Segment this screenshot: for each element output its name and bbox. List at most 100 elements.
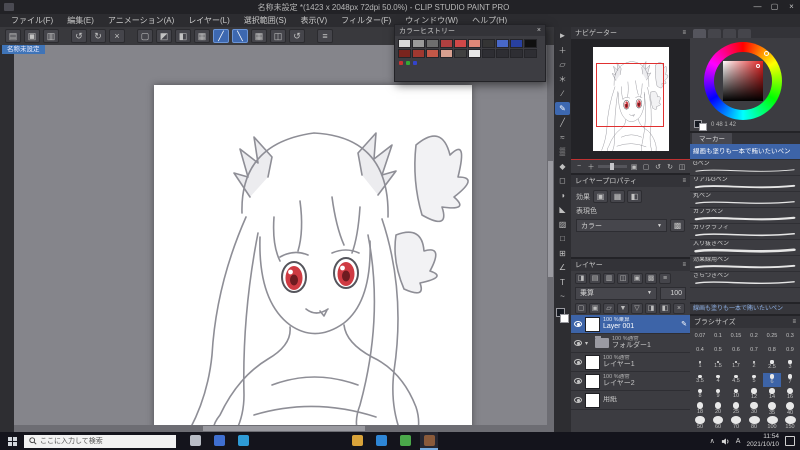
brush-size-cell[interactable]: 150 — [781, 416, 799, 431]
subtool-item[interactable]: カリグラフィ — [690, 224, 800, 240]
nav-rotate-left-icon[interactable]: ↺ — [653, 163, 663, 171]
tool-line-correction-button[interactable]: ~ — [555, 290, 570, 304]
brush-size-cell[interactable]: 0.7 — [745, 344, 763, 359]
color-swatch[interactable] — [398, 49, 411, 58]
color-swatch[interactable] — [496, 49, 509, 58]
brush-size-cell[interactable]: 3.5 — [691, 373, 709, 388]
new-file-icon[interactable]: ▤ — [5, 29, 21, 43]
brush-size-cell[interactable]: 0.3 — [781, 329, 799, 344]
start-button[interactable] — [0, 432, 24, 450]
clip-studio-paint-button[interactable] — [420, 432, 438, 450]
subtool-group-tab[interactable]: マーカー — [692, 133, 732, 144]
invert-selection-icon[interactable]: ◧ — [175, 29, 191, 43]
panel-menu-icon[interactable]: ≡ — [682, 178, 686, 184]
expression-color-select[interactable]: カラー ▼ — [576, 219, 667, 232]
layer-visibility-icon[interactable] — [574, 378, 582, 384]
canvas-horizontal-scrollbar[interactable] — [14, 425, 554, 432]
subtool-item[interactable]: 丸ペン — [690, 192, 800, 208]
brush-size-cell[interactable]: 60 — [709, 416, 727, 431]
brush-size-cell[interactable]: 1.7 — [727, 358, 745, 373]
brush-size-cell[interactable]: 0.15 — [727, 329, 745, 344]
effect-tone-icon[interactable]: ▦ — [610, 190, 625, 203]
subtool-item[interactable]: 線画も塗りも一本で賄いたいペン — [690, 144, 800, 160]
brush-size-title-bar[interactable]: ブラシサイズ ≡ — [690, 316, 800, 328]
tool-blend-button[interactable]: ◑ — [555, 189, 570, 203]
panel-menu-icon[interactable]: ≡ — [682, 262, 686, 268]
hue-cursor[interactable] — [764, 51, 769, 56]
brush-size-cell[interactable]: 2 — [745, 358, 763, 373]
color-swatch[interactable] — [482, 39, 495, 48]
layer-row[interactable]: 100 %通常 レイヤー1 — [571, 353, 690, 372]
layer-visibility-icon[interactable] — [574, 359, 582, 365]
subtool-item[interactable]: 入り抜きペン — [690, 240, 800, 256]
color-swatch[interactable] — [454, 39, 467, 48]
delete-layer-icon[interactable]: × — [673, 302, 685, 314]
sv-cursor[interactable] — [756, 64, 760, 68]
brush-size-cell[interactable]: 2.5 — [763, 358, 781, 373]
brush-size-cell[interactable]: 7 — [781, 373, 799, 388]
nav-zoom-out-icon[interactable]: − — [574, 163, 584, 170]
brush-size-cell[interactable]: 80 — [745, 416, 763, 431]
subtool-item[interactable]: ざらつきペン — [690, 272, 800, 288]
subtool-item[interactable]: Gペン — [690, 160, 800, 176]
brush-size-cell[interactable]: 0.6 — [727, 344, 745, 359]
folder-expand-icon[interactable]: ▾ — [585, 340, 592, 347]
layer-visibility-icon[interactable] — [574, 340, 582, 346]
navigator-zoom-slider[interactable] — [598, 163, 627, 170]
transfer-to-lower-icon[interactable]: ▼ — [617, 302, 629, 314]
menu-item[interactable]: 編集(E) — [60, 15, 101, 26]
brush-size-cell[interactable]: 20 — [709, 402, 727, 417]
layer-mask-icon[interactable]: ◫ — [617, 272, 629, 284]
color-swatch[interactable] — [524, 49, 537, 58]
brush-size-cell[interactable]: 4.5 — [727, 373, 745, 388]
color-swatch[interactable] — [510, 49, 523, 58]
layer-row[interactable]: 100 %通常 レイヤー2 — [571, 372, 690, 391]
color-swatch[interactable] — [412, 39, 425, 48]
flip-view-icon[interactable]: ◫ — [270, 29, 286, 43]
brush-size-cell[interactable]: 50 — [691, 416, 709, 431]
maximize-button[interactable]: ▢ — [766, 0, 783, 14]
color-history-title-bar[interactable]: カラーヒストリー × — [395, 25, 545, 36]
redo-icon[interactable]: ↻ — [90, 29, 106, 43]
color-set-tab[interactable] — [723, 29, 736, 38]
browser-button[interactable] — [396, 432, 414, 450]
tool-move-button[interactable]: ＋ — [555, 44, 570, 58]
close-icon[interactable]: × — [537, 27, 541, 34]
panel-menu-icon[interactable]: ≡ — [682, 30, 686, 36]
clock[interactable]: 11:54 2021/10/10 — [746, 433, 779, 449]
color-swatch[interactable] — [440, 49, 453, 58]
sub-color-chip[interactable] — [560, 313, 569, 323]
minimize-button[interactable]: — — [749, 0, 766, 14]
navigator-title-bar[interactable]: ナビゲーター ≡ — [571, 27, 690, 39]
navigator-preview[interactable] — [571, 39, 690, 159]
menu-item[interactable]: ファイル(F) — [4, 15, 60, 26]
save-icon[interactable]: ▥ — [43, 29, 59, 43]
brush-size-cell[interactable]: 0.2 — [745, 329, 763, 344]
menu-item[interactable]: 表示(V) — [293, 15, 334, 26]
brush-size-cell[interactable]: 10 — [727, 387, 745, 402]
brush-size-cell[interactable]: 0.9 — [781, 344, 799, 359]
navigator-thumbnail[interactable] — [592, 47, 669, 151]
subtool-item[interactable]: 効果線用ペン — [690, 256, 800, 272]
edge-browser-button[interactable] — [372, 432, 390, 450]
nav-flip-icon[interactable]: ◫ — [677, 163, 687, 171]
layers-title-bar[interactable]: レイヤー ≡ — [571, 259, 690, 271]
brush-size-cell[interactable]: 4 — [709, 373, 727, 388]
effect-border-icon[interactable]: ▣ — [593, 190, 608, 203]
store-app-button[interactable] — [234, 432, 252, 450]
color-wheel-tab[interactable] — [693, 29, 706, 38]
layer-effect-icon[interactable]: ▩ — [645, 272, 657, 284]
brush-size-cell[interactable]: 70 — [727, 416, 745, 431]
canvas-page[interactable] — [154, 85, 472, 431]
color-swatch[interactable] — [468, 49, 481, 58]
combine-to-lower-icon[interactable]: ▽ — [631, 302, 643, 314]
color-swatch[interactable] — [426, 39, 439, 48]
tool-eyedropper-button[interactable]: ∕ — [555, 87, 570, 101]
speaker-icon[interactable] — [721, 437, 730, 446]
brush-size-cell[interactable]: 0.07 — [691, 329, 709, 344]
brush-size-cell[interactable]: 0.8 — [763, 344, 781, 359]
snap-to-special-ruler-icon[interactable]: ╲ — [232, 29, 248, 43]
tool-decoration-button[interactable]: ◆ — [555, 160, 570, 174]
deselect-icon[interactable]: ▢ — [137, 29, 153, 43]
tool-frame-border-button[interactable]: ⊞ — [555, 247, 570, 261]
